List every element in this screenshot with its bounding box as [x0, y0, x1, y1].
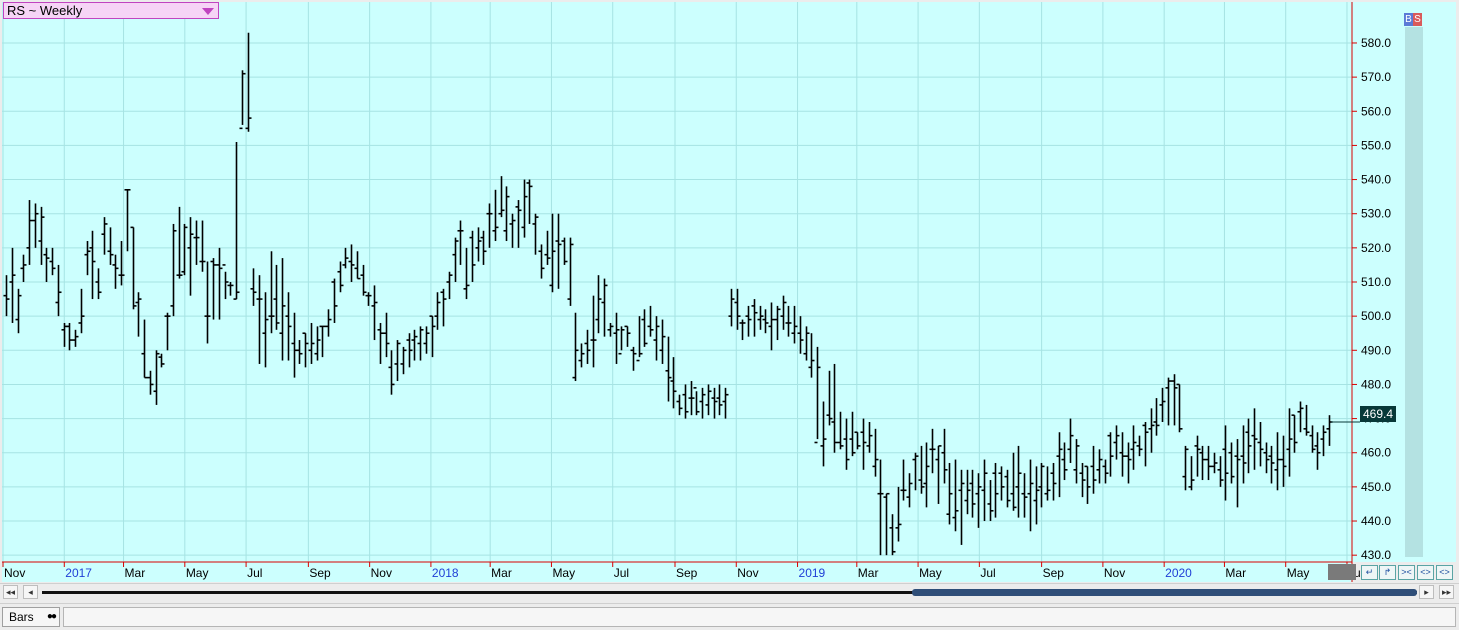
sell-label: S — [1413, 13, 1422, 26]
x-tick-label: May — [919, 566, 942, 580]
symbol-label: RS ~ Weekly — [7, 3, 83, 18]
y-tick-label: 570.0 — [1361, 70, 1391, 84]
buy-sell-indicator[interactable]: BS — [1404, 13, 1422, 26]
x-tick-label: 2019 — [799, 566, 826, 580]
x-tick-label: Sep — [1043, 566, 1065, 580]
x-tick-label: Mar — [858, 566, 879, 580]
status-bar: Bars ●● — [0, 603, 1459, 630]
x-tick-label: Sep — [309, 566, 331, 580]
x-tick-label: Jul — [980, 566, 995, 580]
chart-canvas[interactable]: 430.0440.0450.0460.0470.0480.0490.0500.0… — [0, 0, 1459, 583]
x-tick-label: Sep — [676, 566, 698, 580]
x-tick-label: Mar — [1225, 566, 1246, 580]
y-tick-label: 540.0 — [1361, 173, 1391, 187]
scroll-start-icon[interactable]: ◂◂ — [3, 585, 18, 599]
x-tick-label: Nov — [4, 566, 25, 580]
x-tick-label: Mar — [491, 566, 512, 580]
x-tick-label: May — [186, 566, 209, 580]
fit-icon[interactable]: <> — [1436, 565, 1453, 580]
scroll-marker — [1328, 564, 1356, 580]
zoom-in-icon[interactable]: >< — [1398, 565, 1415, 580]
scroll-left-icon[interactable]: ◂ — [23, 585, 38, 599]
x-tick-label: Mar — [125, 566, 146, 580]
y-tick-label: 560.0 — [1361, 104, 1391, 118]
x-tick-label: Nov — [737, 566, 758, 580]
buy-label: B — [1404, 13, 1413, 26]
x-tick-label: May — [552, 566, 575, 580]
y-tick-label: 480.0 — [1361, 377, 1391, 391]
symbol-dropdown[interactable]: RS ~ Weekly — [3, 2, 219, 19]
y-tick-label: 440.0 — [1361, 514, 1391, 528]
y-tick-label: 510.0 — [1361, 275, 1391, 289]
x-tick-label: 2017 — [65, 566, 92, 580]
chart-style-label: Bars — [9, 610, 34, 624]
scroll-right-icon[interactable]: ▸ — [1419, 585, 1434, 599]
chart-window: 430.0440.0450.0460.0470.0480.0490.0500.0… — [0, 0, 1459, 630]
y-tick-label: 530.0 — [1361, 207, 1391, 221]
two-circles-icon: ●● — [46, 611, 57, 622]
chart-style-tab[interactable]: Bars ●● — [2, 607, 60, 627]
x-tick-label: Jul — [614, 566, 629, 580]
y-tick-label: 500.0 — [1361, 309, 1391, 323]
y-tick-label: 490.0 — [1361, 343, 1391, 357]
y-tick-label: 580.0 — [1361, 36, 1391, 50]
dropdown-arrow-icon — [202, 8, 214, 15]
y-tick-label: 520.0 — [1361, 241, 1391, 255]
nav-first-icon[interactable]: ↵ — [1361, 565, 1378, 580]
y-tick-label: 550.0 — [1361, 138, 1391, 152]
horizontal-scrollbar[interactable]: ◂◂ ◂ ▸ ▸▸ — [0, 583, 1459, 601]
indicator-strip — [1405, 27, 1423, 557]
scroll-thumb[interactable] — [912, 589, 1417, 596]
zoom-out-icon[interactable]: <> — [1417, 565, 1434, 580]
x-tick-label: May — [1287, 566, 1310, 580]
x-tick-label: 2018 — [432, 566, 459, 580]
status-field — [63, 607, 1456, 627]
x-tick-label: Nov — [1104, 566, 1125, 580]
y-tick-label: 450.0 — [1361, 480, 1391, 494]
last-price-tag: 469.4 — [1360, 406, 1396, 422]
y-tick-label: 430.0 — [1361, 548, 1391, 562]
x-tick-label: Nov — [371, 566, 392, 580]
nav-reset-icon[interactable]: ↱ — [1379, 565, 1396, 580]
x-tick-label: 2020 — [1165, 566, 1192, 580]
scroll-end-icon[interactable]: ▸▸ — [1439, 585, 1454, 599]
x-tick-label: Jul — [247, 566, 262, 580]
y-tick-label: 460.0 — [1361, 446, 1391, 460]
